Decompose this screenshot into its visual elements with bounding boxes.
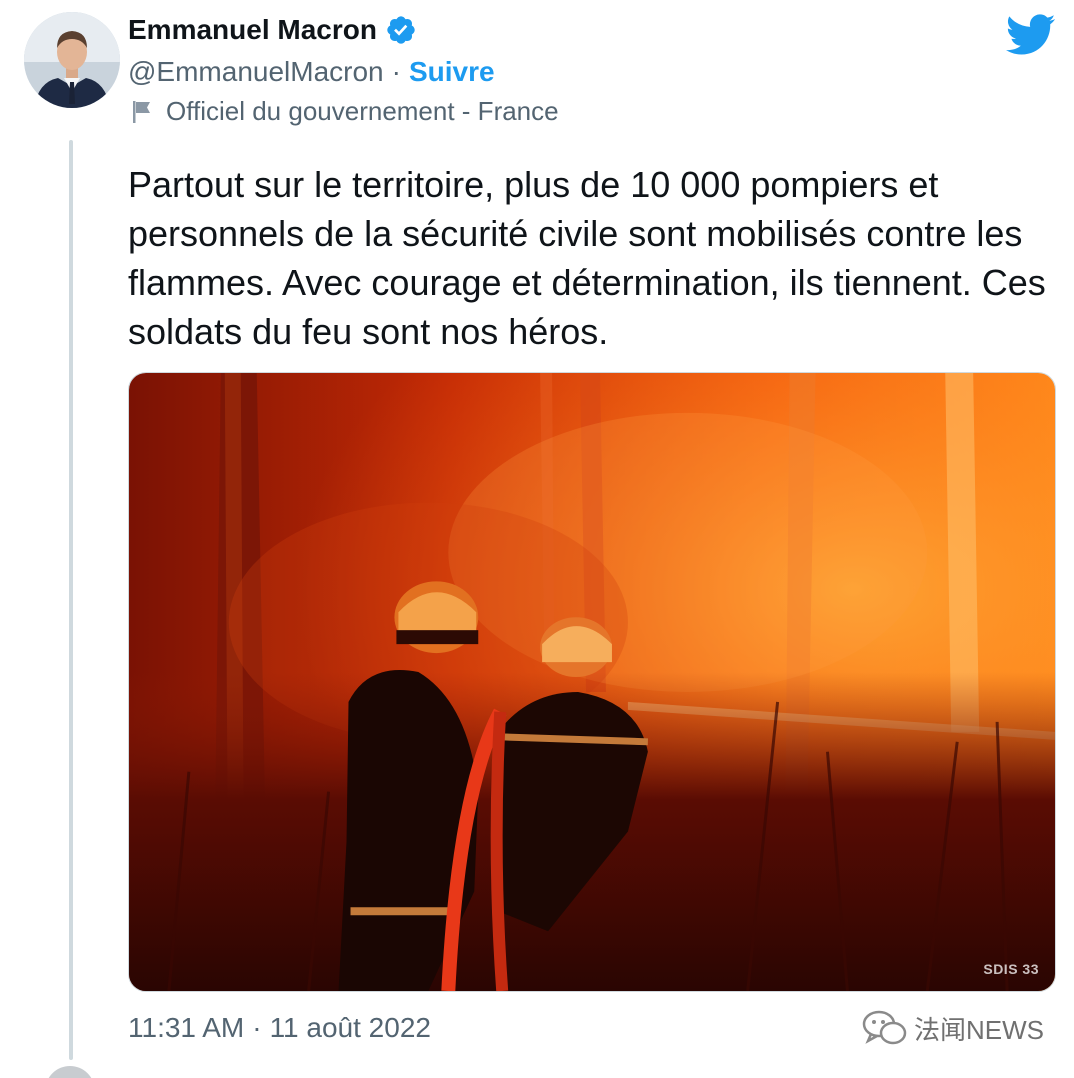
tweet-text: Partout sur le territoire, plus de 10 00…	[128, 164, 1046, 352]
tweet-timestamp[interactable]: 11:31 AM · 11 août 2022	[128, 1012, 431, 1044]
government-label: Officiel du gouvernement - France	[130, 96, 559, 127]
tweet-time: 11:31 AM	[128, 1012, 245, 1043]
photo-credit: SDIS 33	[983, 961, 1039, 977]
flag-icon	[133, 100, 150, 123]
government-label-text: Officiel du gouvernement - France	[166, 96, 559, 126]
author-handle[interactable]: @EmmanuelMacron	[128, 56, 384, 88]
handle-separator: ·	[391, 56, 401, 87]
avatar-image	[24, 12, 120, 108]
tweet-date: 11 août 2022	[269, 1012, 431, 1043]
twitter-bird-icon[interactable]	[1006, 14, 1056, 56]
follow-button[interactable]: Suivre	[409, 56, 495, 88]
watermark-text: 法闻NEWS	[914, 1014, 1045, 1045]
thread-connector	[69, 140, 73, 1060]
author-name[interactable]: Emmanuel Macron	[128, 14, 377, 46]
author-name-row: Emmanuel Macron	[128, 14, 417, 46]
wildfire-photo-image	[129, 373, 1055, 991]
watermark: 法闻NEWS	[862, 1008, 1044, 1048]
next-tweet-avatar[interactable]	[45, 1066, 95, 1078]
avatar[interactable]	[24, 12, 120, 108]
tweet-photo[interactable]: SDIS 33	[128, 372, 1056, 992]
timestamp-separator: ·	[252, 1012, 262, 1043]
author-handle-row: @EmmanuelMacron · Suivre	[128, 56, 495, 88]
wechat-icon	[862, 1010, 907, 1045]
verified-badge-icon	[387, 16, 415, 44]
